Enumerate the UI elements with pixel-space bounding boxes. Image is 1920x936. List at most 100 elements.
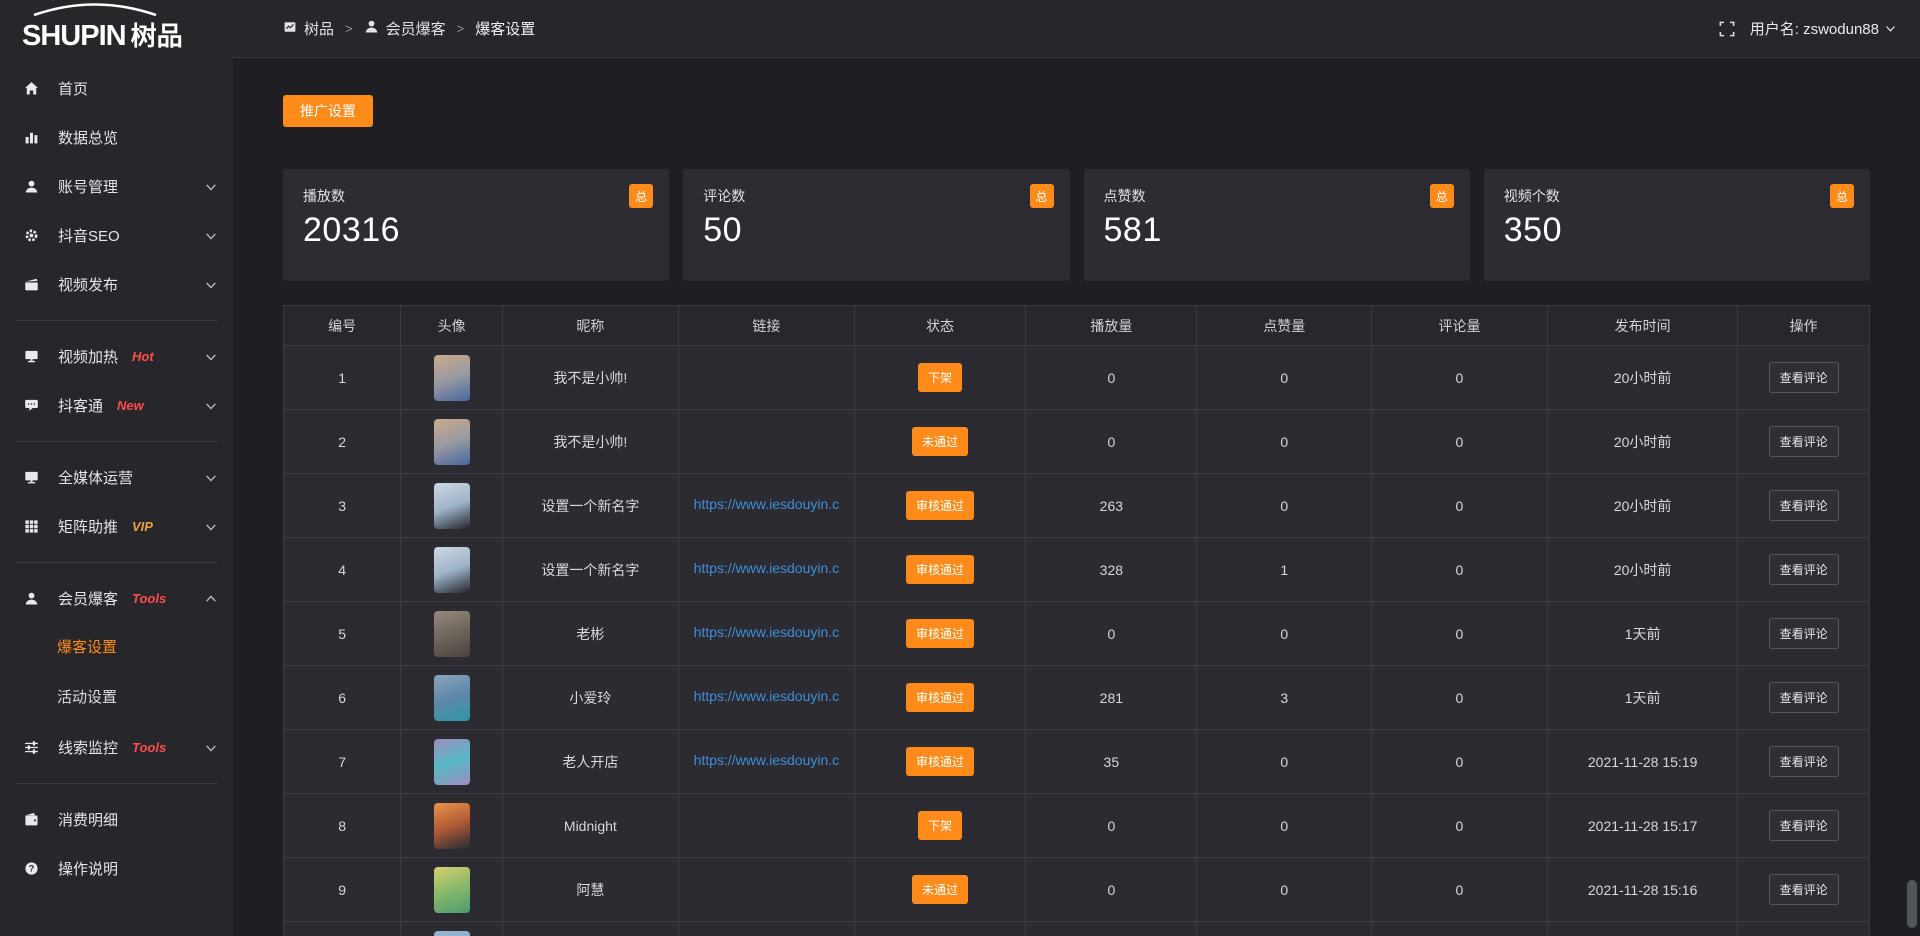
row-id	[284, 922, 401, 936]
status-badge[interactable]: 审核通过	[906, 491, 974, 520]
nickname: 阿慧	[502, 858, 678, 922]
breadcrumb-item: 爆客设置	[475, 18, 535, 39]
avatar	[434, 739, 470, 785]
logo-text-cn: 树品	[131, 21, 183, 51]
total-badge: 总	[1430, 184, 1454, 208]
video-link[interactable]: https://www.iesdouyin.c	[694, 624, 840, 640]
sidebar-item-home[interactable]: 首页	[0, 64, 233, 113]
stat-card: 视频个数 350 总	[1484, 169, 1870, 281]
column-header: 评论量	[1371, 306, 1547, 346]
grid-icon	[24, 519, 41, 534]
sidebar-item-video-publish[interactable]: 视频发布	[0, 260, 233, 309]
clapperboard-icon	[24, 277, 41, 292]
video-link[interactable]: https://www.iesdouyin.c	[694, 752, 840, 768]
chevron-down-icon	[205, 400, 217, 412]
view-comments-button[interactable]: 查看评论	[1769, 810, 1839, 841]
avatar	[434, 419, 470, 465]
breadcrumb-label: 会员爆客	[386, 18, 446, 39]
wallet-icon	[24, 812, 41, 827]
status-badge[interactable]: 审核通过	[906, 619, 974, 648]
username-label: 用户名: zswodun88	[1750, 18, 1879, 39]
comment-count: 0	[1371, 538, 1547, 602]
publish-time: 20小时前	[1547, 410, 1737, 474]
status-badge[interactable]: 未通过	[912, 875, 968, 904]
view-comments-button[interactable]: 查看评论	[1769, 362, 1839, 393]
table-row: 4 设置一个新名字 https://www.iesdouyin.c 审核通过 3…	[284, 538, 1870, 602]
sidebar-item-matrix-boost[interactable]: 矩阵助推VIP	[0, 502, 233, 551]
stat-card-value: 350	[1504, 211, 1850, 250]
sidebar-item-douyin-seo[interactable]: 抖音SEO	[0, 211, 233, 260]
home-icon	[24, 81, 41, 96]
right-pane: 树品>会员爆客>爆客设置 用户名: zswodun88 推广设置 播放数 203…	[233, 0, 1920, 936]
fullscreen-icon[interactable]	[1719, 21, 1735, 37]
brand-logo[interactable]: SHUPIN树品	[0, 0, 233, 58]
view-comments-button[interactable]: 查看评论	[1769, 490, 1839, 521]
view-comments-button[interactable]: 查看评论	[1769, 426, 1839, 457]
avatar	[434, 675, 470, 721]
sidebar-item-label: 视频发布	[58, 274, 118, 295]
chevron-down-icon	[205, 742, 217, 754]
sidebar-item-operation-guide[interactable]: ?操作说明	[0, 844, 233, 893]
play-count: 328	[1026, 538, 1197, 602]
sidebar-item-consumption-details[interactable]: 消费明细	[0, 795, 233, 844]
play-count: 0	[1026, 602, 1197, 666]
sidebar-item-video-heating[interactable]: 视频加热Hot	[0, 332, 233, 381]
help-icon: ?	[24, 861, 41, 876]
status-badge[interactable]: 下架	[918, 811, 962, 840]
sidebar-item-label: 全媒体运营	[58, 467, 133, 488]
status-badge[interactable]: 未通过	[912, 427, 968, 456]
breadcrumb-separator: >	[457, 21, 465, 36]
video-link[interactable]: https://www.iesdouyin.c	[694, 560, 840, 576]
sidebar-item-baoke-settings[interactable]: 爆客设置	[0, 623, 233, 673]
view-comments-button[interactable]: 查看评论	[1769, 746, 1839, 777]
row-id: 2	[284, 410, 401, 474]
stat-card: 评论数 50 总	[683, 169, 1069, 281]
main-content: 推广设置 播放数 20316 总 评论数 50 总 点赞数 581 总 视频个数…	[233, 58, 1920, 936]
status-badge[interactable]: 审核通过	[906, 747, 974, 776]
sidebar-item-tag: VIP	[132, 519, 153, 534]
like-count: 0	[1197, 794, 1371, 858]
chevron-down-icon	[205, 351, 217, 363]
total-badge: 总	[1830, 184, 1854, 208]
board-icon	[283, 20, 297, 38]
nickname: 设置一个新名字	[502, 474, 678, 538]
table-row: 7 老人开店 https://www.iesdouyin.c 审核通过 35 0…	[284, 730, 1870, 794]
promo-settings-button[interactable]: 推广设置	[283, 95, 373, 127]
row-id: 4	[284, 538, 401, 602]
view-comments-button[interactable]: 查看评论	[1769, 874, 1839, 905]
sidebar-item-account-management[interactable]: 账号管理	[0, 162, 233, 211]
column-header: 状态	[854, 306, 1025, 346]
sidebar-item-omni-media[interactable]: 全媒体运营	[0, 453, 233, 502]
play-count: 0	[1026, 410, 1197, 474]
scrollbar-thumb[interactable]	[1907, 880, 1917, 928]
sidebar-item-douketong[interactable]: 抖客通New	[0, 381, 233, 430]
video-link[interactable]: https://www.iesdouyin.c	[694, 496, 840, 512]
username[interactable]: 用户名: zswodun88	[1750, 18, 1896, 39]
breadcrumb-separator: >	[345, 21, 353, 36]
sidebar-item-clue-monitor[interactable]: 线索监控Tools	[0, 723, 233, 772]
table-row: 9 阿慧 未通过 0 0 0 2021-11-28 15:16 查看评论	[284, 858, 1870, 922]
status-badge[interactable]: 审核通过	[906, 683, 974, 712]
nickname: 老彬	[502, 602, 678, 666]
view-comments-button[interactable]: 查看评论	[1769, 682, 1839, 713]
publish-time	[1547, 922, 1737, 936]
column-header: 昵称	[502, 306, 678, 346]
breadcrumb-item[interactable]: 树品	[283, 18, 334, 39]
breadcrumb-item[interactable]: 会员爆客	[364, 18, 446, 39]
column-header: 头像	[401, 306, 503, 346]
status-badge[interactable]: 下架	[918, 363, 962, 392]
sidebar-item-data-overview[interactable]: 数据总览	[0, 113, 233, 162]
view-comments-button[interactable]: 查看评论	[1769, 618, 1839, 649]
nickname: 老人开店	[502, 730, 678, 794]
breadcrumb-label: 树品	[304, 18, 334, 39]
view-comments-button[interactable]: 查看评论	[1769, 554, 1839, 585]
stat-card-value: 20316	[303, 211, 649, 250]
avatar	[434, 355, 470, 401]
table-row: 6 小爱玲 https://www.iesdouyin.c 审核通过 281 3…	[284, 666, 1870, 730]
sidebar-item-activity-settings[interactable]: 活动设置	[0, 673, 233, 723]
table-row: 2 我不是小帅! 未通过 0 0 0 20小时前 查看评论	[284, 410, 1870, 474]
status-badge[interactable]: 审核通过	[906, 555, 974, 584]
sidebar-item-member-baoke[interactable]: 会员爆客Tools	[0, 574, 233, 623]
logo-arc-icon	[30, 3, 160, 16]
video-link[interactable]: https://www.iesdouyin.c	[694, 688, 840, 704]
